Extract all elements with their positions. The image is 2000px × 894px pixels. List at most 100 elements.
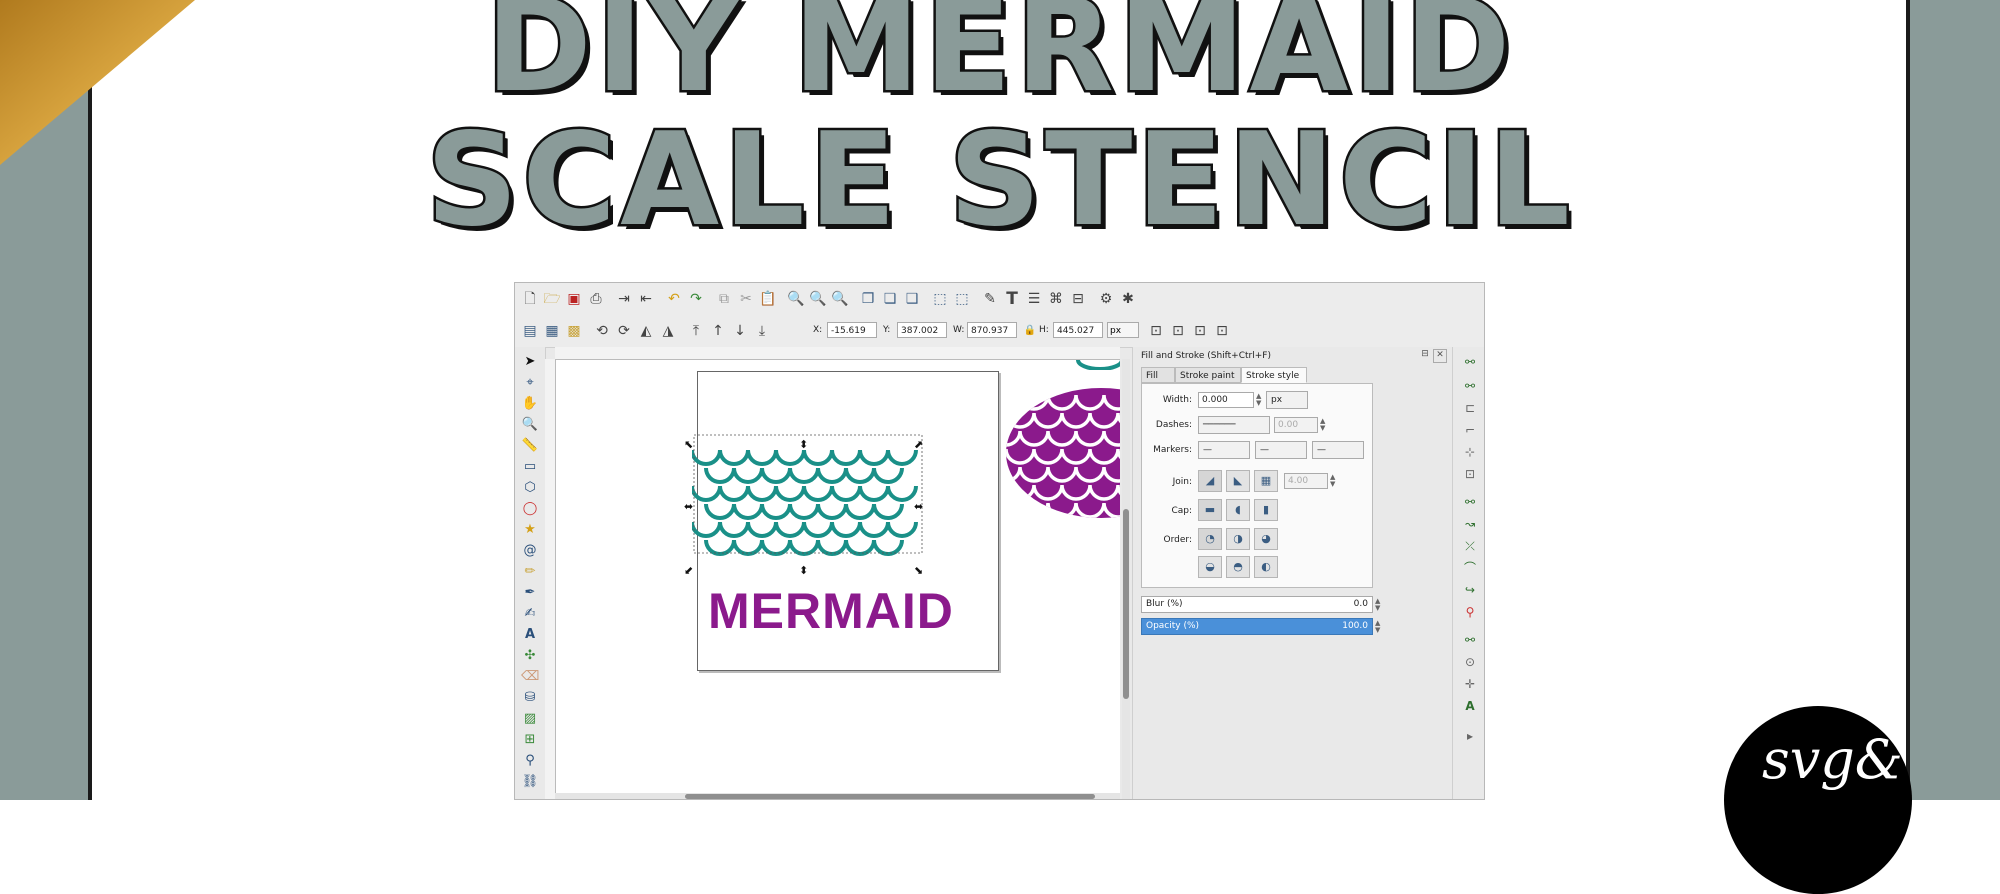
lower-icon[interactable]: ↓: [731, 322, 749, 340]
cut-icon[interactable]: ✂: [737, 290, 755, 308]
lower-bottom-icon[interactable]: ⤓: [753, 322, 771, 340]
square-cap-button[interactable]: ▮: [1254, 499, 1278, 521]
snap-enable-icon[interactable]: ⚯: [1461, 353, 1479, 371]
order-stroke-markers-fill-button[interactable]: ◓: [1226, 556, 1250, 578]
snap-bbox-corner-icon[interactable]: ⌐: [1461, 421, 1479, 439]
zoom-selection-icon[interactable]: 🔍: [787, 290, 805, 308]
tweak-tool-icon[interactable]: ✋: [521, 395, 539, 413]
flip-vertical-icon[interactable]: ◮: [659, 322, 677, 340]
y-field[interactable]: 387.002: [897, 322, 947, 338]
group-icon[interactable]: ⬚: [931, 290, 949, 308]
open-icon[interactable]: 🗁: [543, 290, 561, 308]
star-tool-icon[interactable]: ★: [521, 521, 539, 539]
spiral-tool-icon[interactable]: @: [521, 542, 539, 560]
purple-scale-ellipse[interactable]: [1006, 385, 1120, 520]
fill-stroke-icon[interactable]: ✎: [981, 290, 999, 308]
measure-tool-icon[interactable]: 📏: [521, 437, 539, 455]
pen-tool-icon[interactable]: ✒: [521, 584, 539, 602]
undo-icon[interactable]: ↶: [665, 290, 683, 308]
flip-horizontal-icon[interactable]: ◭: [637, 322, 655, 340]
vertical-scroll-thumb[interactable]: [1123, 509, 1129, 699]
rotate-cw-icon[interactable]: ⟳: [615, 322, 633, 340]
y-coordinate[interactable]: Y: 387.002: [883, 322, 953, 340]
w-field[interactable]: 870.937: [967, 322, 1017, 338]
3d-box-tool-icon[interactable]: ⬡: [521, 479, 539, 497]
butt-cap-button[interactable]: ▬: [1198, 499, 1222, 521]
snap-nodes-icon[interactable]: ⚯: [1461, 493, 1479, 511]
node-tool-icon[interactable]: ⌖: [521, 374, 539, 392]
snap-rotation-center-icon[interactable]: ✛: [1461, 675, 1479, 693]
copy-icon[interactable]: ⧉: [715, 290, 733, 308]
print-icon[interactable]: ⎙: [587, 290, 605, 308]
snap-bbox-midpoint-icon[interactable]: ⊹: [1461, 443, 1479, 461]
align-icon[interactable]: ⊟: [1069, 290, 1087, 308]
snap-midpoints-icon[interactable]: ⚲: [1461, 603, 1479, 621]
duplicate-icon[interactable]: ❐: [859, 290, 877, 308]
snap-cusp-icon[interactable]: ⌒: [1461, 559, 1479, 577]
save-icon[interactable]: ▣: [565, 290, 583, 308]
bucket-tool-icon[interactable]: ⛁: [521, 689, 539, 707]
text-tool-icon[interactable]: A: [521, 626, 539, 644]
stroke-width-input[interactable]: 0.000: [1198, 392, 1254, 408]
x-coordinate[interactable]: X: -15.619: [813, 322, 883, 340]
raise-top-icon[interactable]: ⤒: [687, 322, 705, 340]
height-coordinate[interactable]: H: 445.027: [1039, 322, 1109, 340]
clone-icon[interactable]: ❏: [881, 290, 899, 308]
gradient-tool-icon[interactable]: ▨: [521, 710, 539, 728]
mid-marker-select[interactable]: —: [1255, 441, 1307, 459]
select-all-icon[interactable]: ▤: [521, 322, 539, 340]
dropper-tool-icon[interactable]: ⚲: [521, 752, 539, 770]
width-unit-select[interactable]: px: [1266, 391, 1308, 409]
blur-spin-icon[interactable]: ▲ ▼: [1375, 598, 1380, 612]
miter-join-button[interactable]: ◢: [1198, 470, 1222, 492]
start-marker-select[interactable]: —: [1198, 441, 1250, 459]
zoom-tool-icon[interactable]: 🔍: [521, 416, 539, 434]
transform-patterns-icon[interactable]: ⊡: [1213, 322, 1231, 340]
vertical-scrollbar[interactable]: [1122, 359, 1130, 799]
new-doc-icon[interactable]: 🗋: [521, 290, 539, 308]
connector-tool-icon[interactable]: ⛓: [521, 773, 539, 791]
order-fill-markers-stroke-button[interactable]: ◕: [1254, 528, 1278, 550]
more-options-icon[interactable]: ▸: [1461, 727, 1479, 745]
zoom-page-icon[interactable]: 🔍: [831, 290, 849, 308]
miter-limit-input[interactable]: 4.00: [1284, 473, 1328, 489]
text-icon[interactable]: T: [1003, 290, 1021, 308]
zoom-drawing-icon[interactable]: 🔍: [809, 290, 827, 308]
snap-text-baseline-icon[interactable]: A: [1461, 697, 1479, 715]
blur-slider[interactable]: Blur (%) 0.0: [1141, 596, 1373, 613]
dash-offset-input[interactable]: 0.00: [1274, 417, 1318, 433]
selector-tool-icon[interactable]: ➤: [521, 353, 539, 371]
transform-gradients-icon[interactable]: ⊡: [1191, 322, 1209, 340]
calligraphy-tool-icon[interactable]: ✍: [521, 605, 539, 623]
h-field[interactable]: 445.027: [1053, 322, 1103, 338]
opacity-slider[interactable]: Opacity (%) 100.0: [1141, 618, 1373, 635]
canvas[interactable]: ⬉ ⬍ ⬈ ⬌ ⬌ ⬋ ⬍ ⬊ MERMAID: [556, 360, 1120, 799]
preferences-icon[interactable]: ⚙: [1097, 290, 1115, 308]
lock-ratio-icon[interactable]: 🔒: [1021, 322, 1039, 340]
spray-tool-icon[interactable]: ✣: [521, 647, 539, 665]
end-marker-select[interactable]: —: [1312, 441, 1364, 459]
opacity-spin-icon[interactable]: ▲ ▼: [1375, 620, 1380, 634]
mermaid-text-object[interactable]: MERMAID: [708, 582, 988, 640]
width-coordinate[interactable]: W: 870.937: [953, 322, 1023, 340]
snap-bbox-icon[interactable]: ⚯: [1461, 377, 1479, 395]
deselect-icon[interactable]: ▩: [565, 322, 583, 340]
scale-stroke-icon[interactable]: ⊡: [1147, 322, 1165, 340]
tab-stroke-paint[interactable]: Stroke paint: [1175, 367, 1241, 383]
unlink-clone-icon[interactable]: ❑: [903, 290, 921, 308]
order-markers-fill-stroke-button[interactable]: ◒: [1198, 556, 1222, 578]
redo-icon[interactable]: ↷: [687, 290, 705, 308]
horizontal-scroll-thumb[interactable]: [685, 794, 1095, 799]
snap-center-icon[interactable]: ⊙: [1461, 653, 1479, 671]
ellipse-tool-icon[interactable]: ◯: [521, 500, 539, 518]
unit-select[interactable]: px: [1107, 322, 1139, 338]
eraser-tool-icon[interactable]: ⌫: [521, 668, 539, 686]
order-fill-stroke-markers-button[interactable]: ◔: [1198, 528, 1222, 550]
bevel-join-button[interactable]: ▦: [1254, 470, 1278, 492]
x-field[interactable]: -15.619: [827, 322, 877, 338]
horizontal-scrollbar[interactable]: [555, 793, 1120, 799]
snap-bbox-center-icon[interactable]: ⊡: [1461, 465, 1479, 483]
tab-stroke-style[interactable]: Stroke style: [1241, 367, 1307, 383]
rect-tool-icon[interactable]: ▭: [521, 458, 539, 476]
order-markers-stroke-fill-button[interactable]: ◐: [1254, 556, 1278, 578]
